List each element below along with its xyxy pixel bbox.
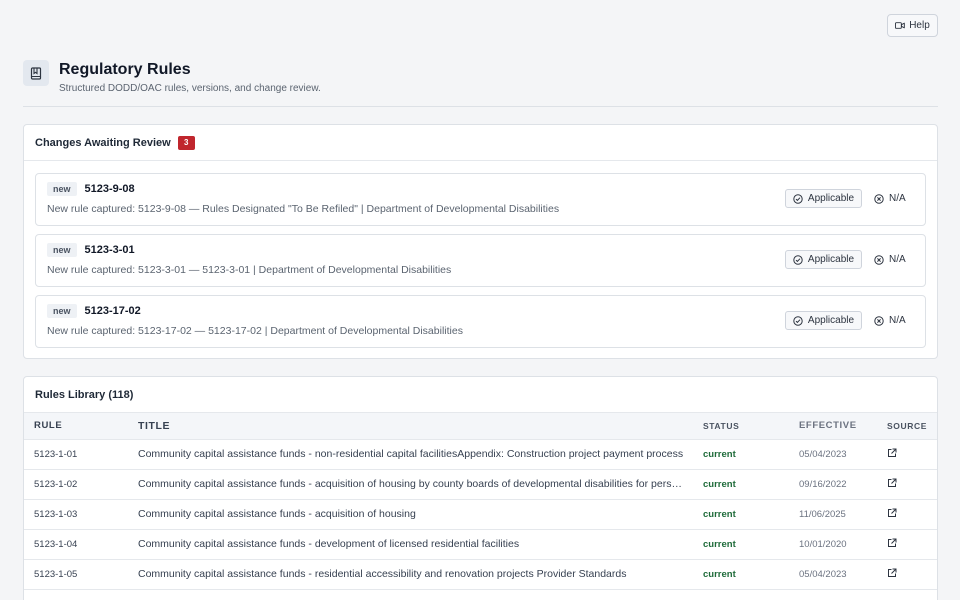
status-cell: current (703, 568, 736, 580)
applicable-button[interactable]: Applicable (785, 189, 862, 208)
x-circle-icon (874, 193, 884, 204)
rules-library-title: Rules Library (118) (35, 388, 134, 401)
change-item: new 5123-9-08 New rule captured: 5123-9-… (35, 173, 926, 226)
external-link-icon[interactable] (887, 508, 897, 518)
na-label: N/A (889, 193, 906, 204)
table-row[interactable]: 5123-1-04 Community capital assistance f… (24, 529, 937, 560)
status-cell: current (703, 478, 736, 490)
applicable-label: Applicable (807, 254, 855, 265)
na-button[interactable]: N/A (874, 250, 906, 269)
column-header-status[interactable]: STATUS (703, 413, 799, 440)
effective-cell: 05/04/2023 (799, 559, 887, 590)
effective-cell: 10/01/2020 (799, 529, 887, 560)
change-description: New rule captured: 5123-17-02 — 5123-17-… (47, 325, 463, 337)
column-header-rule[interactable]: RULE (24, 413, 138, 440)
title-cell: Community capital assistance funds - acq… (138, 508, 416, 520)
table-row[interactable]: 5123-1-02 Community capital assistance f… (24, 469, 937, 500)
applicable-label: Applicable (807, 315, 855, 326)
change-description: New rule captured: 5123-3-01 — 5123-3-01… (47, 264, 452, 276)
review-count-badge: 3 (177, 135, 195, 150)
video-camera-icon (895, 22, 905, 29)
check-circle-icon (793, 193, 803, 204)
na-label: N/A (889, 254, 906, 265)
page-subtitle: Structured DODD/OAC rules, versions, and… (59, 83, 321, 94)
na-label: N/A (889, 315, 906, 326)
x-circle-icon (874, 315, 884, 326)
table-header-row: RULE TITLE STATUS EFFECTIVE SOURCE (24, 413, 937, 440)
external-link-icon[interactable] (887, 538, 897, 548)
change-item: new 5123-17-02 New rule captured: 5123-1… (35, 295, 926, 348)
rules-library-card: Rules Library (118) RULE TITLE STATUS EF… (23, 376, 938, 600)
column-header-source[interactable]: SOURCE (887, 413, 937, 440)
help-label: Help (909, 20, 930, 31)
rule-cell: 5123-1-01 (24, 439, 138, 470)
na-button[interactable]: N/A (874, 311, 906, 330)
applicable-button[interactable]: Applicable (785, 311, 862, 330)
column-header-title[interactable]: TITLE (138, 413, 703, 440)
rules-table: RULE TITLE STATUS EFFECTIVE SOURCE 5123-… (24, 413, 937, 590)
change-rule-id: 5123-9-08 (84, 183, 135, 195)
changes-review-card: Changes Awaiting Review 3 new 5123-9-08 … (23, 124, 938, 359)
check-circle-icon (793, 315, 803, 326)
effective-cell: 09/16/2022 (799, 469, 887, 500)
change-description: New rule captured: 5123-9-08 — Rules Des… (47, 203, 560, 215)
table-row[interactable]: 5123-1-03 Community capital assistance f… (24, 499, 937, 530)
help-button[interactable]: Help (887, 14, 938, 37)
page-title: Regulatory Rules (59, 61, 191, 78)
x-circle-icon (874, 254, 884, 265)
effective-cell: 11/06/2025 (799, 499, 887, 530)
status-cell: current (703, 448, 736, 460)
rule-cell: 5123-1-04 (24, 529, 138, 560)
rules-library-header: Rules Library (118) (24, 377, 937, 413)
new-tag: new (47, 182, 77, 196)
page-header: Regulatory Rules Structured DODD/OAC rul… (23, 60, 321, 94)
external-link-icon[interactable] (887, 478, 897, 488)
table-row[interactable]: 5123-1-05 Community capital assistance f… (24, 559, 937, 590)
new-tag: new (47, 243, 77, 257)
effective-cell: 05/04/2023 (799, 439, 887, 470)
status-cell: current (703, 538, 736, 550)
header-divider (23, 106, 938, 107)
change-item: new 5123-3-01 New rule captured: 5123-3-… (35, 234, 926, 287)
rule-cell: 5123-1-03 (24, 499, 138, 530)
title-cell: Community capital assistance funds - non… (138, 448, 684, 460)
new-tag: new (47, 304, 77, 318)
title-cell: Community capital assistance funds - res… (138, 568, 627, 580)
title-cell: Community capital assistance funds - acq… (138, 478, 686, 490)
column-header-effective[interactable]: EFFECTIVE (799, 413, 887, 440)
change-rule-id: 5123-17-02 (84, 305, 141, 317)
check-circle-icon (793, 254, 803, 265)
rule-cell: 5123-1-02 (24, 469, 138, 500)
table-row[interactable]: 5123-1-01 Community capital assistance f… (24, 439, 937, 470)
change-rule-id: 5123-3-01 (84, 244, 135, 256)
applicable-button[interactable]: Applicable (785, 250, 862, 269)
external-link-icon[interactable] (887, 568, 897, 578)
external-link-icon[interactable] (887, 448, 897, 458)
title-cell: Community capital assistance funds - dev… (138, 538, 520, 550)
changes-review-header: Changes Awaiting Review 3 (24, 125, 937, 161)
changes-review-title: Changes Awaiting Review (35, 136, 171, 149)
na-button[interactable]: N/A (874, 189, 906, 208)
book-icon (23, 60, 49, 86)
status-cell: current (703, 508, 736, 520)
applicable-label: Applicable (807, 193, 855, 204)
rule-cell: 5123-1-05 (24, 559, 138, 590)
